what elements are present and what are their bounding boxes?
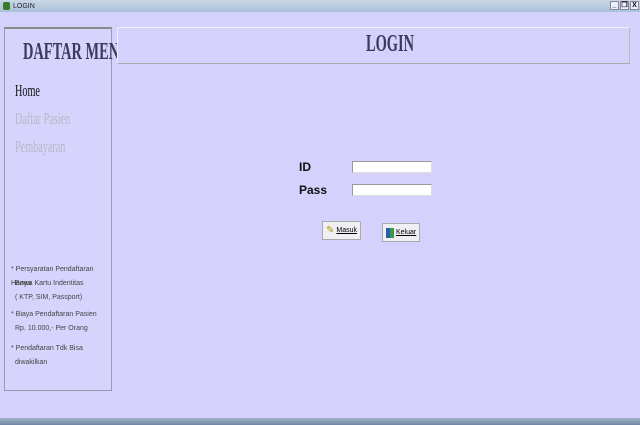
app-icon xyxy=(3,2,10,10)
note-line: ( KTP, SIM, Passport) xyxy=(15,294,83,301)
pass-input[interactable] xyxy=(352,184,432,196)
window-title: LOGIN xyxy=(13,2,35,10)
note-line: * Biaya Pendaftaran Pasien xyxy=(11,311,97,318)
title-bar: LOGIN _ ❐ X xyxy=(0,0,640,12)
masuk-label: Masuk xyxy=(336,227,358,234)
nav-pembayaran[interactable]: Pembayaran xyxy=(15,137,65,157)
pass-label: Pass xyxy=(299,183,328,197)
keluar-label: Keluar xyxy=(396,229,417,236)
note-line: Bawa Kartu Indentitas xyxy=(15,280,84,287)
note-line: Rp. 10.000,- Per Orang xyxy=(15,325,88,332)
close-button[interactable]: X xyxy=(630,1,639,10)
pencil-icon: ✎ xyxy=(326,225,335,236)
nav-home[interactable]: Home xyxy=(15,81,40,101)
note-line: * Pendaftaran Tdk Bisa xyxy=(11,345,83,352)
id-input[interactable] xyxy=(352,161,432,173)
minimize-button[interactable]: _ xyxy=(610,1,619,10)
id-label: ID xyxy=(299,160,311,174)
keluar-button[interactable]: Keluar xyxy=(382,223,421,242)
note-line: diwakilkan xyxy=(15,359,48,366)
page-header: LOGIN xyxy=(117,27,630,64)
masuk-button[interactable]: ✎ Masuk xyxy=(322,221,362,240)
restore-button[interactable]: ❐ xyxy=(620,1,629,10)
menu-title: DAFTAR MENU xyxy=(23,39,130,65)
sidebar-menu: DAFTAR MENU Home Daftar Pasien Pembayara… xyxy=(4,27,130,391)
nav-daftar-pasien[interactable]: Daftar Pasien xyxy=(15,109,70,129)
taskbar xyxy=(0,418,640,425)
exit-door-icon xyxy=(386,227,394,238)
page-title: LOGIN xyxy=(366,31,415,57)
